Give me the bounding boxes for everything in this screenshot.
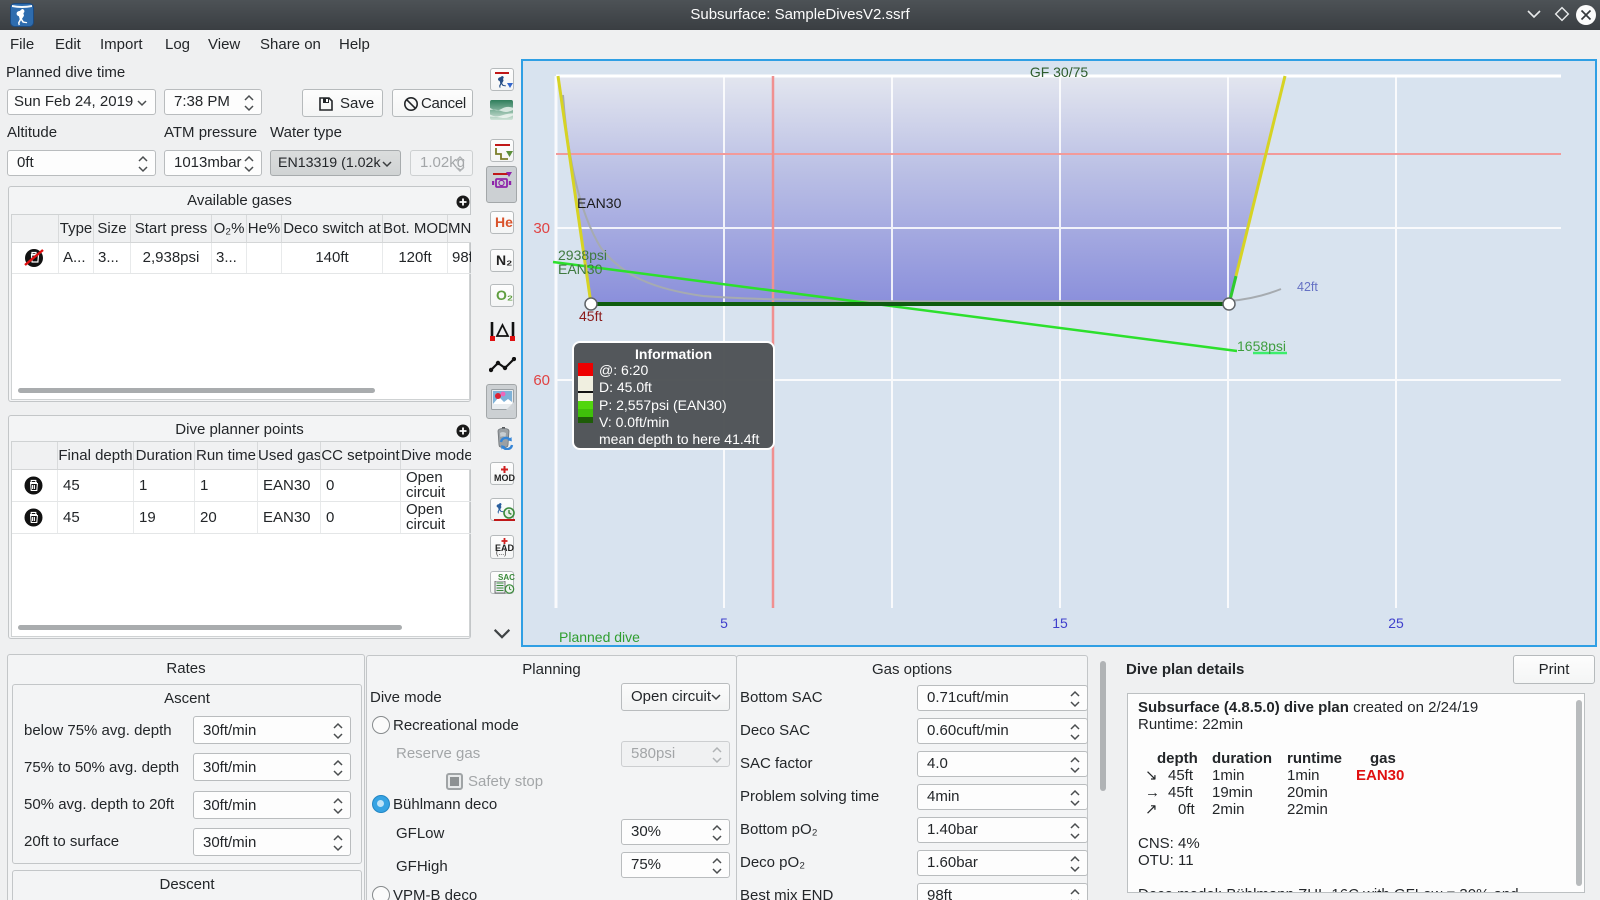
- svg-text:GF 30/75: GF 30/75: [1030, 64, 1089, 80]
- svg-text:15: 15: [1052, 615, 1068, 631]
- svg-text:Planned dive: Planned dive: [559, 629, 640, 645]
- svg-text:5: 5: [720, 615, 728, 631]
- svg-text:30: 30: [533, 220, 550, 237]
- svg-text:1658psi: 1658psi: [1237, 338, 1286, 354]
- svg-text:EAN30: EAN30: [577, 195, 622, 211]
- svg-text:EAN30: EAN30: [558, 261, 603, 277]
- svg-text:42ft: 42ft: [1297, 280, 1318, 294]
- svg-text:25: 25: [1388, 615, 1404, 631]
- svg-text:60: 60: [533, 372, 550, 389]
- svg-text:45ft: 45ft: [579, 308, 602, 324]
